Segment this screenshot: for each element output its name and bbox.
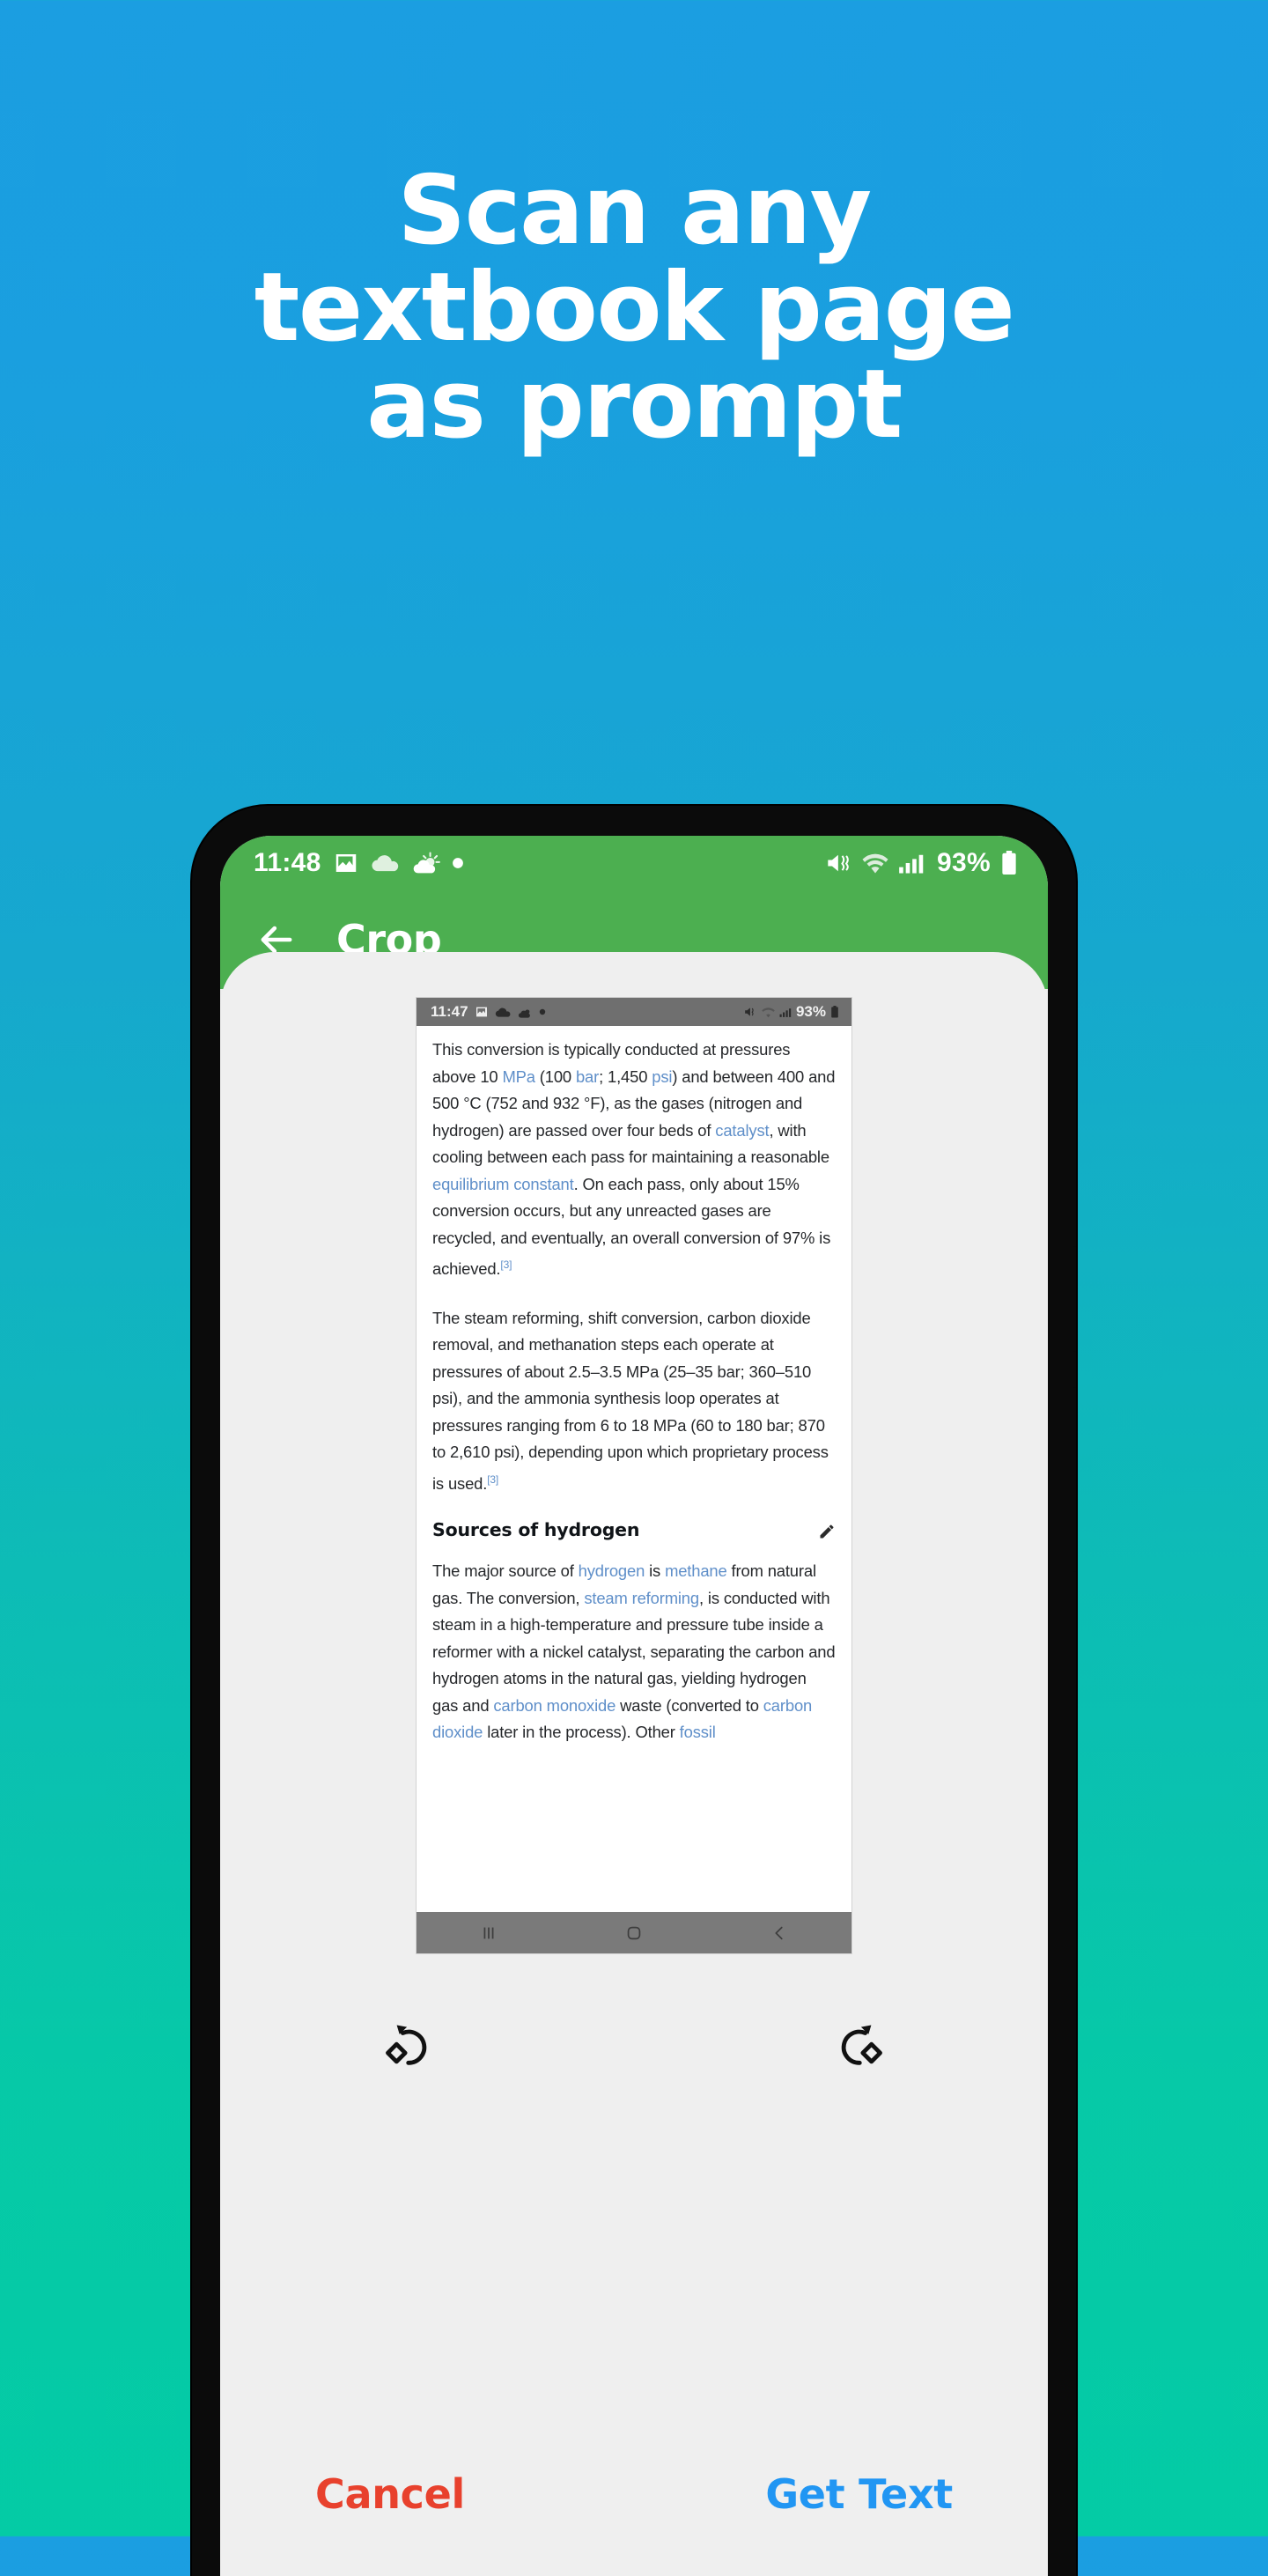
wiki-link[interactable]: psi: [652, 1067, 672, 1086]
phone-screen: 11:48 93% Crop 11:47 93% This conversion…: [220, 836, 1048, 2576]
battery-icon: [1000, 851, 1018, 875]
scanned-status-time: 11:47: [431, 1003, 468, 1020]
cloud-icon: [495, 1006, 512, 1019]
promo-headline: Scan any textbook page as prompt: [0, 156, 1268, 461]
volume-button[interactable]: [1073, 1387, 1076, 1572]
dot-icon: [539, 1008, 546, 1015]
status-time: 11:48: [254, 848, 321, 877]
image-icon: [475, 1005, 489, 1019]
scanned-nav-bar: [417, 1912, 851, 1953]
wiki-link[interactable]: methane: [665, 1561, 727, 1580]
dot-icon: [452, 857, 464, 869]
rotate-right-icon[interactable]: [822, 2009, 898, 2085]
citation-ref[interactable]: [3]: [487, 1473, 498, 1486]
wiki-link[interactable]: fossil: [680, 1723, 716, 1741]
rotate-left-icon[interactable]: [370, 2009, 446, 2085]
wiki-link[interactable]: steam reforming: [584, 1589, 699, 1607]
section-heading: Sources of hydrogen: [432, 1519, 640, 1541]
battery-percent: 93%: [937, 848, 991, 877]
partly-cloudy-icon: [412, 850, 440, 876]
signal-icon: [898, 852, 925, 875]
status-bar: 11:48 93%: [220, 836, 1048, 890]
headline-line-2: textbook page: [254, 253, 1015, 364]
pencil-icon[interactable]: [818, 1523, 836, 1540]
scanned-document-body: This conversion is typically conducted a…: [417, 1026, 851, 1912]
content-sheet: 11:47 93% This conversion is typically c…: [220, 952, 1048, 2576]
cloud-icon: [371, 850, 401, 876]
section-heading-row: Sources of hydrogen: [432, 1519, 836, 1540]
action-button-row: Cancel Get Text: [220, 2470, 1048, 2518]
power-button[interactable]: [1073, 1246, 1076, 1352]
rotate-tool-row: [220, 2009, 1048, 2085]
scanned-battery-percent: 93%: [795, 1003, 826, 1020]
headline-line-3: as prompt: [366, 350, 903, 461]
back-chevron-icon[interactable]: [770, 1923, 789, 1943]
headline-line-1: Scan any: [397, 156, 872, 266]
wiki-link[interactable]: carbon monoxide: [493, 1696, 616, 1715]
battery-icon: [830, 1006, 839, 1018]
scanned-status-bar: 11:47 93%: [417, 998, 851, 1026]
wiki-link[interactable]: equilibrium constant: [432, 1175, 574, 1193]
mute-vibrate-icon: [826, 851, 852, 875]
wifi-icon: [762, 1007, 775, 1018]
recents-icon[interactable]: [479, 1923, 498, 1943]
document-paragraph-2: The steam reforming, shift conversion, c…: [432, 1308, 829, 1493]
wiki-link[interactable]: bar: [576, 1067, 599, 1086]
wiki-link[interactable]: hydrogen: [579, 1561, 645, 1580]
document-paragraph-3: The major source of hydrogen is methane …: [432, 1561, 836, 1742]
image-icon: [333, 850, 359, 876]
home-icon[interactable]: [624, 1923, 644, 1943]
get-text-button[interactable]: Get Text: [765, 2470, 953, 2518]
crop-preview[interactable]: 11:47 93% This conversion is typically c…: [417, 998, 851, 1953]
citation-ref[interactable]: [3]: [500, 1258, 512, 1271]
partly-cloudy-icon: [518, 1006, 533, 1019]
phone-mockup: 11:48 93% Crop 11:47 93% This conversion…: [192, 806, 1076, 2576]
mute-vibrate-icon: [744, 1006, 757, 1018]
wiki-link[interactable]: MPa: [502, 1067, 535, 1086]
wiki-link[interactable]: catalyst: [715, 1121, 769, 1140]
signal-icon: [779, 1007, 792, 1018]
cancel-button[interactable]: Cancel: [315, 2470, 465, 2518]
document-paragraph-1: This conversion is typically conducted a…: [432, 1040, 836, 1279]
wifi-icon: [862, 852, 888, 875]
